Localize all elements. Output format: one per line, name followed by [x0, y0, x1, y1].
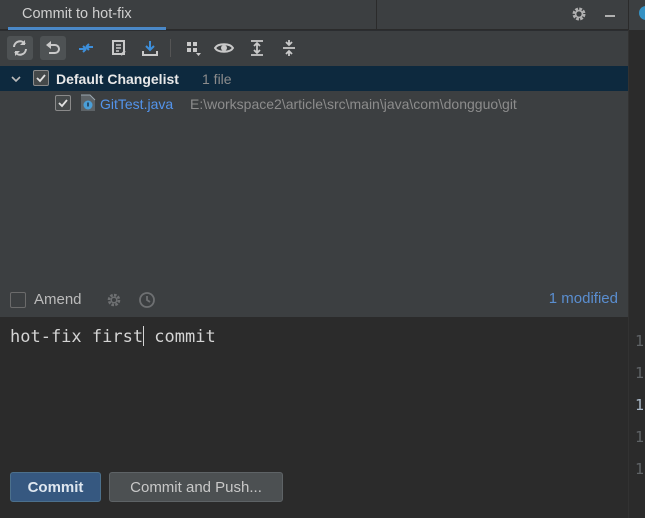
expand-all-icon[interactable]	[244, 36, 270, 60]
commit-and-push-button[interactable]: Commit and Push...	[109, 472, 283, 502]
java-file-icon	[79, 94, 97, 115]
line-number: 1	[635, 332, 645, 350]
tab-commit[interactable]: Commit to hot-fix	[8, 0, 166, 30]
amend-label[interactable]: Amend	[34, 291, 82, 308]
rollback-icon[interactable]	[40, 36, 66, 60]
group-by-icon[interactable]	[180, 36, 206, 60]
editor-tab-strip	[628, 0, 645, 30]
file-row[interactable]: GitTest.java E:\workspace2\article\src\m…	[0, 91, 628, 116]
history-clock-icon[interactable]	[138, 291, 156, 312]
changelist-row[interactable]: Default Changelist 1 file	[0, 66, 628, 91]
commit-button[interactable]: Commit	[10, 472, 101, 502]
editor-file-icon	[639, 6, 645, 20]
commit-toolbar	[0, 31, 628, 66]
shelve-icon[interactable]	[137, 36, 163, 60]
file-name[interactable]: GitTest.java	[100, 96, 173, 112]
tab-divider	[376, 0, 377, 30]
line-number: 1	[635, 460, 645, 478]
message-after-caret: commit	[144, 327, 216, 347]
editor-gutter: 1 1 1 1 1	[628, 30, 645, 518]
file-checkbox[interactable]	[55, 95, 71, 111]
diff-icon[interactable]	[73, 36, 99, 60]
changelist-name: Default Changelist	[56, 70, 179, 87]
chevron-down-icon[interactable]	[10, 72, 22, 88]
commit-message-editor[interactable]: hot-fix first commit Commit Commit and P…	[0, 317, 628, 518]
commit-options-bar: Amend 1 modified	[0, 286, 628, 317]
commit-options-gear-icon[interactable]	[105, 291, 123, 312]
amend-checkbox[interactable]	[10, 292, 26, 308]
line-number: 1	[635, 428, 645, 446]
file-path: E:\workspace2\article\src\main\java\com\…	[190, 95, 517, 112]
changes-tree: Default Changelist 1 file GitTest.java E…	[0, 66, 628, 286]
changelist-count: 1 file	[202, 70, 232, 87]
tool-window-header: Commit to hot-fix	[0, 0, 628, 30]
collapse-all-icon[interactable]	[276, 36, 302, 60]
refresh-icon[interactable]	[7, 36, 33, 60]
line-number: 1	[635, 364, 645, 382]
toolbar-separator	[170, 39, 171, 57]
message-before-caret: hot-fix first	[10, 327, 144, 347]
gear-icon[interactable]	[569, 4, 589, 24]
modified-count-link[interactable]: 1 modified	[549, 290, 618, 307]
commit-message-text[interactable]: hot-fix first commit	[10, 326, 216, 347]
preview-icon[interactable]	[211, 36, 237, 60]
changelist-checkbox[interactable]	[33, 70, 49, 86]
edit-icon[interactable]	[106, 36, 132, 60]
minimize-icon[interactable]	[600, 4, 620, 24]
line-number-current: 1	[635, 396, 645, 414]
